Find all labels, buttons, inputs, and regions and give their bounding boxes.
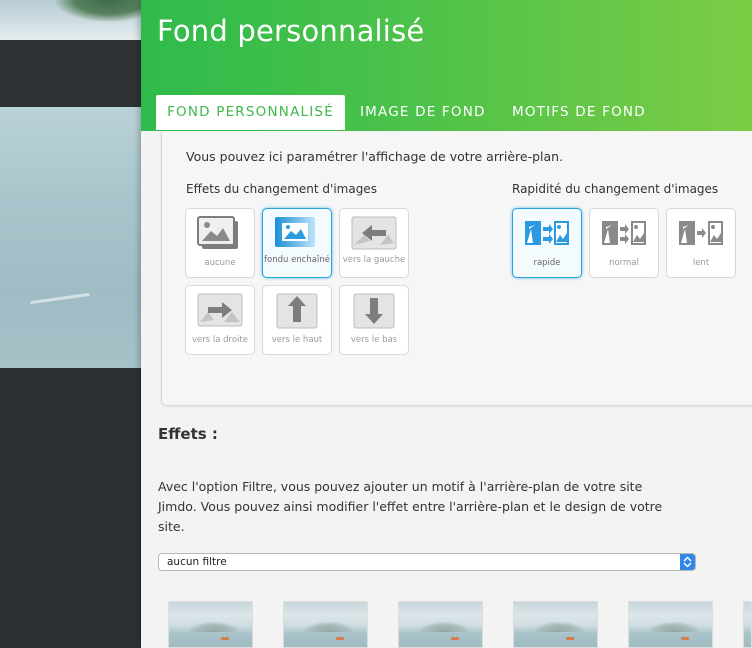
background-image-sea (0, 107, 141, 368)
slide-up-icon (276, 293, 318, 329)
background-preview (0, 0, 145, 648)
filter-select[interactable]: aucun filtre (158, 553, 696, 571)
filter-thumbnail[interactable] (628, 601, 713, 648)
filter-thumbnail[interactable] (168, 601, 253, 648)
speed-option-normal[interactable]: normal (589, 208, 659, 278)
effects-heading: Effets du changement d'images (186, 182, 377, 196)
speed-heading: Rapidité du changement d'images (512, 182, 719, 196)
filter-select-value: aucun filtre (167, 556, 227, 568)
select-arrows-icon (680, 554, 695, 570)
fast-icon (525, 221, 569, 245)
filter-thumbnail[interactable] (398, 601, 483, 648)
option-label: fondu enchaîné (264, 255, 330, 265)
filter-thumbnail[interactable] (743, 601, 752, 648)
slide-left-icon (351, 216, 397, 250)
slow-icon (679, 221, 723, 245)
effects-title: Effets : (158, 425, 218, 443)
option-label: vers le haut (271, 335, 323, 345)
filter-thumbnail[interactable] (283, 601, 368, 648)
normal-speed-icon (602, 221, 646, 245)
intro-text: Vous pouvez ici paramétrer l'affichage d… (186, 149, 564, 164)
tab-fond-personnalise[interactable]: FOND PERSONNALISÉ (156, 95, 345, 130)
speed-option-lent[interactable]: lent (666, 208, 736, 278)
option-label: vers le bas (350, 335, 398, 345)
panel-header: Fond personnalisé FOND PERSONNALISÉ IMAG… (141, 0, 752, 131)
option-label: normal (609, 258, 639, 268)
effect-option-vers-la-droite[interactable]: vers la droite (185, 285, 255, 355)
site-content-area (0, 368, 141, 648)
site-header-band (0, 40, 141, 107)
option-label: aucune (204, 258, 236, 268)
option-label: vers la gauche (342, 255, 406, 265)
island-image (55, 0, 145, 22)
filter-thumbnail[interactable] (513, 601, 598, 648)
effect-option-vers-le-haut[interactable]: vers le haut (262, 285, 332, 355)
effects-description: Avec l'option Filtre, vous pouvez ajoute… (158, 479, 663, 534)
wave-highlight (30, 292, 90, 305)
speed-option-rapide[interactable]: rapide (512, 208, 582, 278)
panel-title: Fond personnalisé (157, 14, 425, 48)
effect-option-fondu-enchaine[interactable]: fondu enchaîné (262, 208, 332, 278)
option-label: lent (692, 258, 710, 268)
effect-option-vers-le-bas[interactable]: vers le bas (339, 285, 409, 355)
effect-option-vers-la-gauche[interactable]: vers la gauche (339, 208, 409, 278)
option-label: rapide (533, 258, 561, 268)
tab-motifs-de-fond[interactable]: MOTIFS DE FOND (512, 95, 646, 130)
slide-down-icon (353, 293, 395, 329)
tab-image-de-fond[interactable]: IMAGE DE FOND (360, 95, 486, 130)
option-label: vers la droite (192, 335, 248, 345)
effect-option-aucune[interactable]: aucune (185, 208, 255, 278)
crossfade-icon (275, 217, 315, 247)
settings-box: Vous pouvez ici paramétrer l'affichage d… (161, 131, 752, 406)
background-settings-panel: Fond personnalisé FOND PERSONNALISÉ IMAG… (141, 0, 752, 648)
slide-right-icon (197, 293, 243, 327)
image-icon (197, 216, 238, 249)
